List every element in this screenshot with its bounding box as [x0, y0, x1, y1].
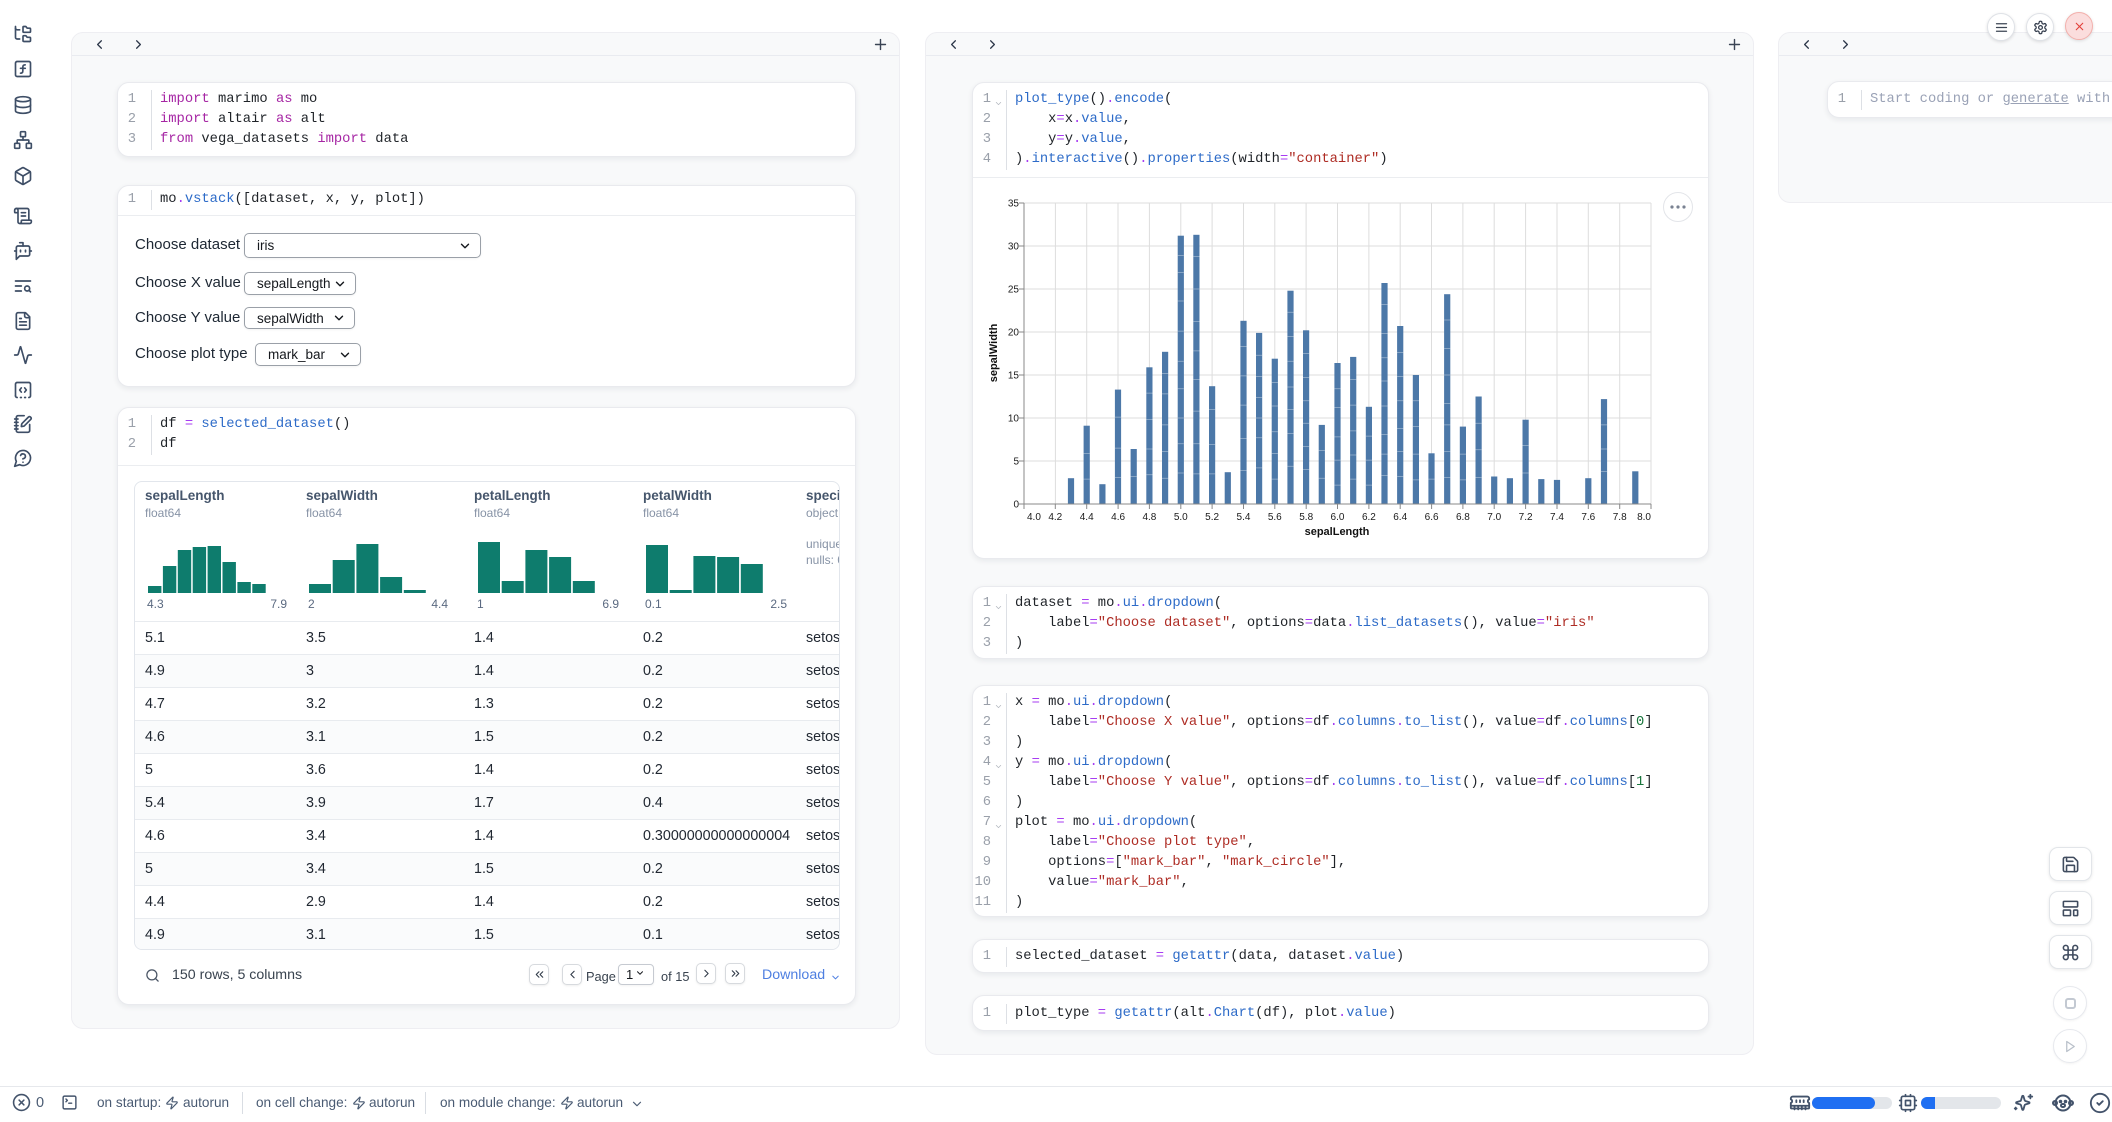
svg-text:5.0: 5.0 [1174, 512, 1188, 523]
svg-text:20: 20 [1008, 328, 1020, 339]
svg-text:4.4: 4.4 [1080, 512, 1094, 523]
svg-text:7.4: 7.4 [1550, 512, 1564, 523]
svg-text:0: 0 [1013, 500, 1019, 511]
svg-text:5.4: 5.4 [1237, 512, 1251, 523]
svg-text:5: 5 [1013, 457, 1019, 468]
svg-text:5.8: 5.8 [1299, 512, 1313, 523]
svg-text:8.0: 8.0 [1637, 512, 1651, 523]
svg-text:6.6: 6.6 [1425, 512, 1439, 523]
svg-text:35: 35 [1008, 199, 1020, 210]
svg-text:5.6: 5.6 [1268, 512, 1282, 523]
svg-text:4.8: 4.8 [1142, 512, 1156, 523]
svg-text:7.8: 7.8 [1613, 512, 1627, 523]
svg-text:5.2: 5.2 [1205, 512, 1219, 523]
svg-text:4.2: 4.2 [1048, 512, 1062, 523]
svg-text:4.6: 4.6 [1111, 512, 1125, 523]
svg-text:30: 30 [1008, 242, 1020, 253]
svg-text:10: 10 [1008, 414, 1020, 425]
svg-text:7.2: 7.2 [1519, 512, 1533, 523]
svg-text:sepalLength: sepalLength [1305, 526, 1370, 538]
svg-text:4.0: 4.0 [1027, 512, 1041, 523]
svg-text:6.4: 6.4 [1393, 512, 1407, 523]
svg-text:15: 15 [1008, 371, 1020, 382]
svg-text:6.2: 6.2 [1362, 512, 1376, 523]
svg-text:7.6: 7.6 [1581, 512, 1595, 523]
svg-text:25: 25 [1008, 285, 1020, 296]
svg-text:7.0: 7.0 [1487, 512, 1501, 523]
svg-text:sepalWidth: sepalWidth [988, 323, 1000, 382]
svg-text:6.0: 6.0 [1331, 512, 1345, 523]
svg-text:6.8: 6.8 [1456, 512, 1470, 523]
